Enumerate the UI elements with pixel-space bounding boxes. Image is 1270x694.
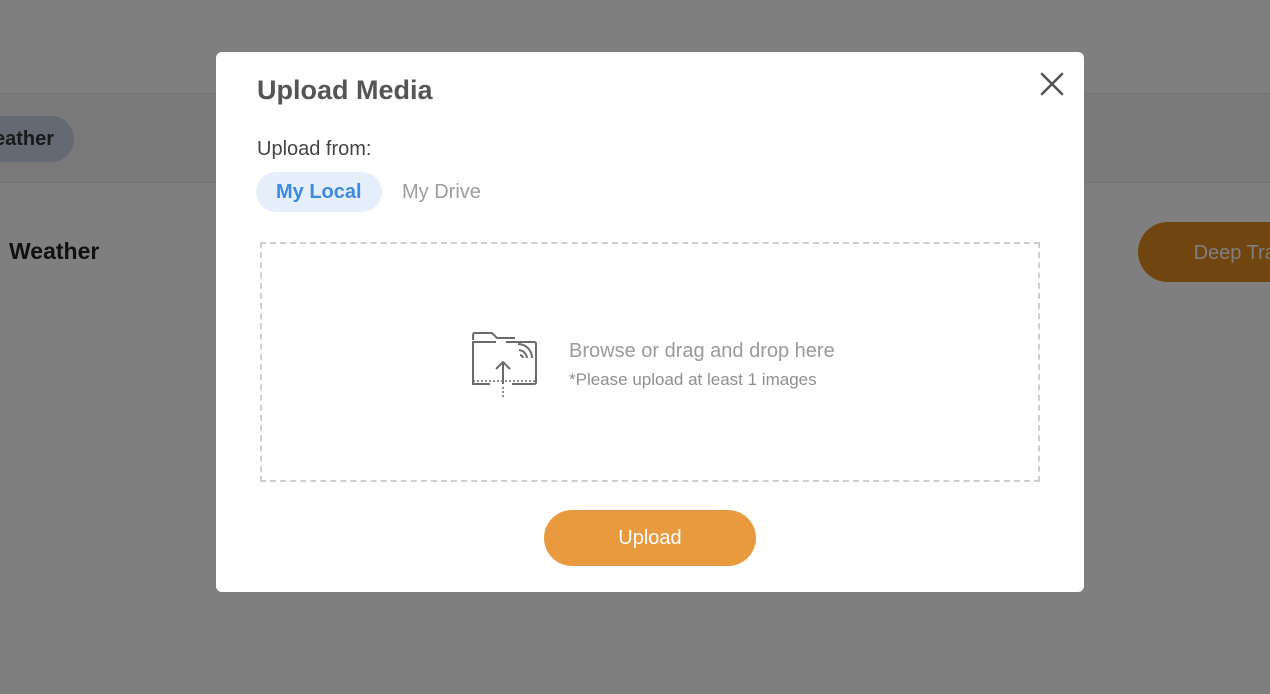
upload-button[interactable]: Upload — [544, 510, 756, 566]
tab-my-drive[interactable]: My Drive — [382, 172, 501, 212]
dropzone-note-text: *Please upload at least 1 images — [569, 370, 817, 389]
modal-title: Upload Media — [257, 75, 433, 105]
upload-from-label: Upload from: — [257, 138, 372, 160]
close-button[interactable] — [1036, 68, 1068, 100]
page: eather Weather Deep Train Upload Media U… — [0, 0, 1270, 694]
upload-media-modal: Upload Media Upload from: My Local My Dr… — [216, 52, 1084, 592]
folder-upload-icon — [472, 332, 537, 398]
upload-dropzone[interactable]: Browse or drag and drop here *Please upl… — [260, 242, 1040, 482]
close-icon — [1040, 72, 1064, 96]
dropzone-primary-text: Browse or drag and drop here — [569, 340, 835, 362]
tab-my-local[interactable]: My Local — [256, 172, 382, 212]
